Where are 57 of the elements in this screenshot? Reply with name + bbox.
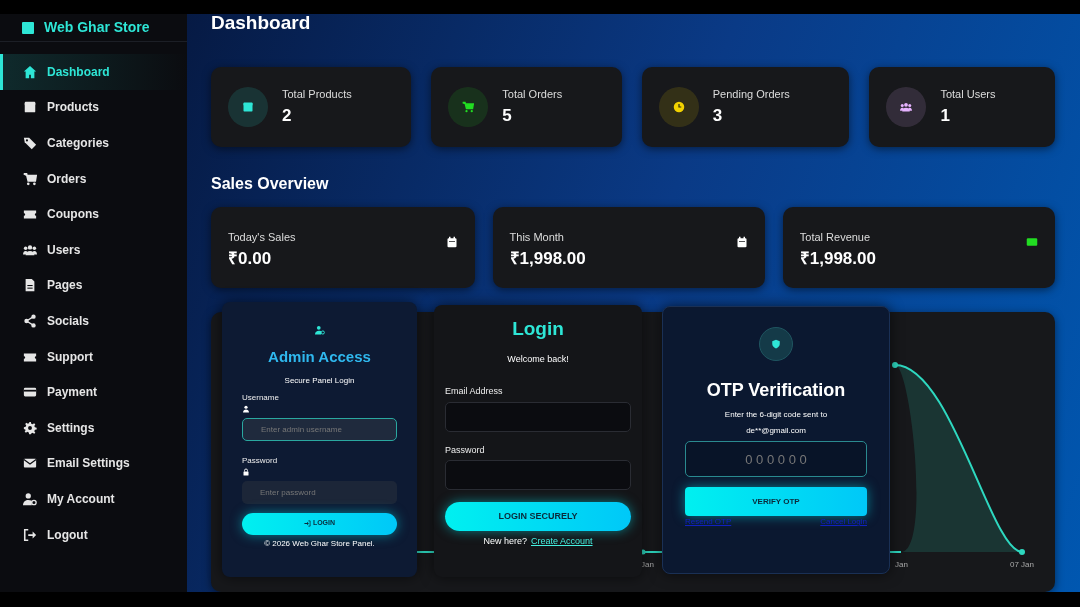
stat-label: Total Users <box>940 87 996 102</box>
card-title: Login <box>511 317 565 341</box>
sidebar-item[interactable]: Products <box>0 89 187 126</box>
field-label: Username <box>242 391 280 404</box>
sidebar-item[interactable]: Users <box>0 231 187 268</box>
cart-icon <box>23 171 37 186</box>
stat-label: Pending Orders <box>712 87 790 102</box>
lock-icon <box>242 468 250 477</box>
sidebar-item[interactable]: Logout <box>0 516 187 553</box>
axis-label: Jan <box>641 559 654 571</box>
footer-text: © 2026 Web Ghar Store Panel. <box>263 537 376 550</box>
page-title: Dashboard <box>211 14 312 35</box>
sidebar-item[interactable]: Categories <box>0 125 187 161</box>
sales-value: ₹1,998.00 <box>509 247 586 270</box>
user-icon <box>242 405 250 414</box>
brand-name: Web Ghar Store <box>44 18 150 37</box>
stat-value: 1 <box>940 104 951 127</box>
sales-label: Today's Sales <box>228 230 296 245</box>
stat-label: Total Products <box>282 87 352 102</box>
card-subtitle: Welcome back! <box>506 352 570 366</box>
box-icon <box>23 100 37 115</box>
user-icon <box>23 491 37 506</box>
stat-label: Total Orders <box>502 87 563 102</box>
stat-value: 3 <box>712 104 724 127</box>
sidebar-item[interactable]: Socials <box>0 303 187 339</box>
sidebar-item[interactable]: Payment <box>0 374 187 410</box>
users-icon <box>23 242 37 257</box>
sidebar-item[interactable]: Support <box>0 338 187 375</box>
logout-icon <box>23 527 37 542</box>
section-title: Sales Overview <box>211 174 330 194</box>
username-field[interactable]: Enter admin username <box>242 417 397 441</box>
sales-label: This Month <box>509 230 565 245</box>
document-icon <box>23 278 37 293</box>
home-icon <box>23 64 37 79</box>
card-subtitle: Secure Panel Login <box>283 374 356 387</box>
user-icon <box>314 324 325 335</box>
stat-value: 5 <box>502 104 513 127</box>
sidebar-item[interactable]: Orders <box>0 160 187 197</box>
sidebar-item[interactable]: Settings <box>0 409 187 446</box>
sidebar-item[interactable]: Pages <box>0 267 187 304</box>
settings-icon <box>23 420 37 435</box>
shield-icon <box>771 339 781 349</box>
axis-label: 07 Jan <box>1010 559 1035 571</box>
card-title: Admin Access <box>267 347 372 367</box>
sales-value: ₹1,998.00 <box>799 247 876 270</box>
sign-in-icon <box>303 519 311 527</box>
axis-label: Jan <box>895 559 908 571</box>
sales-value: ₹0.00 <box>228 247 273 270</box>
sidebar-item[interactable]: Coupons <box>0 196 187 232</box>
field-label: Password <box>242 454 279 467</box>
tag-icon <box>23 136 37 150</box>
sidebar-item[interactable]: Email Settings <box>0 445 187 482</box>
password-field[interactable]: Enter password <box>242 480 397 504</box>
stat-value: 2 <box>282 104 293 127</box>
sales-label: Total Revenue <box>799 230 872 245</box>
share-icon <box>23 313 37 328</box>
sidebar-item[interactable]: My Account <box>0 481 187 517</box>
